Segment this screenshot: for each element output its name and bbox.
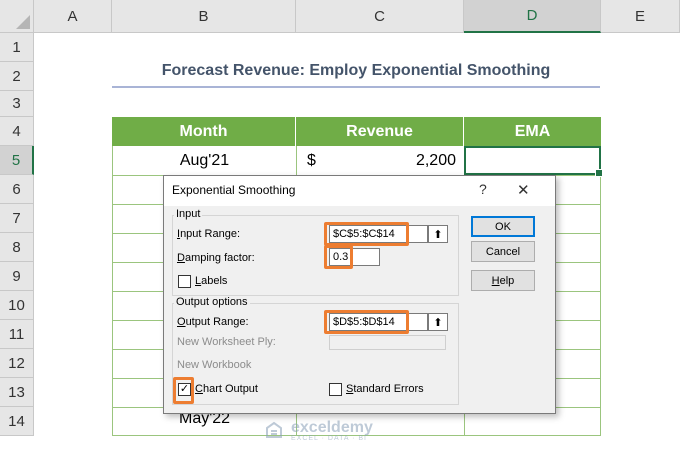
collapse-dialog-icon[interactable]: ⬆	[428, 225, 448, 243]
standard-errors-label: Standard Errors	[346, 383, 424, 395]
help-question-icon[interactable]: ?	[479, 181, 487, 197]
active-cell-d5[interactable]	[464, 146, 603, 177]
sheet-title[interactable]: Forecast Revenue: Employ Exponential Smo…	[112, 62, 600, 86]
row-header-3[interactable]: 3	[0, 91, 34, 117]
row-header-6[interactable]: 6	[0, 175, 34, 204]
row-header-9[interactable]: 9	[0, 262, 34, 291]
help-button[interactable]: Help	[471, 270, 535, 291]
watermark-name: exceldemy	[291, 418, 373, 436]
cancel-button[interactable]: Cancel	[471, 241, 535, 262]
row-header-2[interactable]: 2	[0, 62, 34, 91]
cell-month-aug21[interactable]: Aug'21	[112, 146, 297, 175]
cell-revenue-aug21[interactable]: $ 2,200	[297, 146, 464, 175]
output-range-highlight	[324, 310, 409, 334]
input-range-label: Input Range:	[177, 228, 240, 240]
output-group-label: Output options	[174, 296, 250, 308]
header-month[interactable]: Month	[112, 117, 296, 146]
column-header-d[interactable]: D	[464, 0, 601, 33]
labels-label: Labels	[195, 275, 228, 287]
input-range-highlight	[324, 222, 409, 246]
input-group-label: Input	[174, 208, 203, 220]
column-header-e[interactable]: E	[601, 0, 680, 33]
row-header-7[interactable]: 7	[0, 204, 34, 233]
exceldemy-logo-icon	[266, 421, 282, 438]
row-header-13[interactable]: 13	[0, 378, 34, 407]
dialog-title: Exponential Smoothing	[172, 183, 296, 197]
watermark: exceldemy EXCEL · DATA · BI	[263, 418, 373, 444]
watermark-tagline: EXCEL · DATA · BI	[291, 434, 367, 442]
fill-handle[interactable]	[595, 169, 603, 177]
row-header-10[interactable]: 10	[0, 291, 34, 320]
column-header-a[interactable]: A	[34, 0, 112, 33]
chart-output-label: Chart Output	[195, 383, 258, 395]
dialog-title-bar[interactable]: Exponential Smoothing ? ✕	[164, 176, 555, 206]
row-header-1[interactable]: 1	[0, 33, 34, 62]
row-header-8[interactable]: 8	[0, 233, 34, 262]
damping-factor-label: Damping factor:	[177, 252, 255, 264]
exponential-smoothing-dialog: Exponential Smoothing ? ✕ Input Input Ra…	[163, 175, 556, 414]
revenue-value: 2,200	[415, 151, 456, 169]
header-ema[interactable]: EMA	[464, 117, 601, 146]
column-header-b[interactable]: B	[112, 0, 296, 33]
row-header-12[interactable]: 12	[0, 349, 34, 378]
standard-errors-checkbox[interactable]	[329, 383, 342, 396]
row-header-4[interactable]: 4	[0, 117, 34, 146]
title-underline	[112, 86, 600, 88]
currency-symbol: $	[307, 151, 316, 169]
close-icon[interactable]: ✕	[517, 181, 530, 199]
collapse-dialog-icon[interactable]: ⬆	[428, 313, 448, 331]
header-revenue[interactable]: Revenue	[296, 117, 464, 146]
ok-button[interactable]: OK	[471, 216, 535, 237]
row-header-11[interactable]: 11	[0, 320, 34, 349]
select-all-corner[interactable]	[0, 0, 34, 33]
row-header-5[interactable]: 5	[0, 146, 34, 175]
row-header-14[interactable]: 14	[0, 407, 34, 436]
new-worksheet-ply-field[interactable]	[329, 335, 446, 350]
column-header-c[interactable]: C	[296, 0, 464, 33]
output-range-label: Output Range:	[177, 316, 249, 328]
damping-factor-highlight	[324, 245, 353, 269]
new-workbook-label: New Workbook	[177, 359, 252, 371]
labels-checkbox[interactable]	[178, 275, 191, 288]
new-worksheet-ply-label: New Worksheet Ply:	[177, 336, 276, 348]
chart-output-highlight	[173, 377, 194, 404]
